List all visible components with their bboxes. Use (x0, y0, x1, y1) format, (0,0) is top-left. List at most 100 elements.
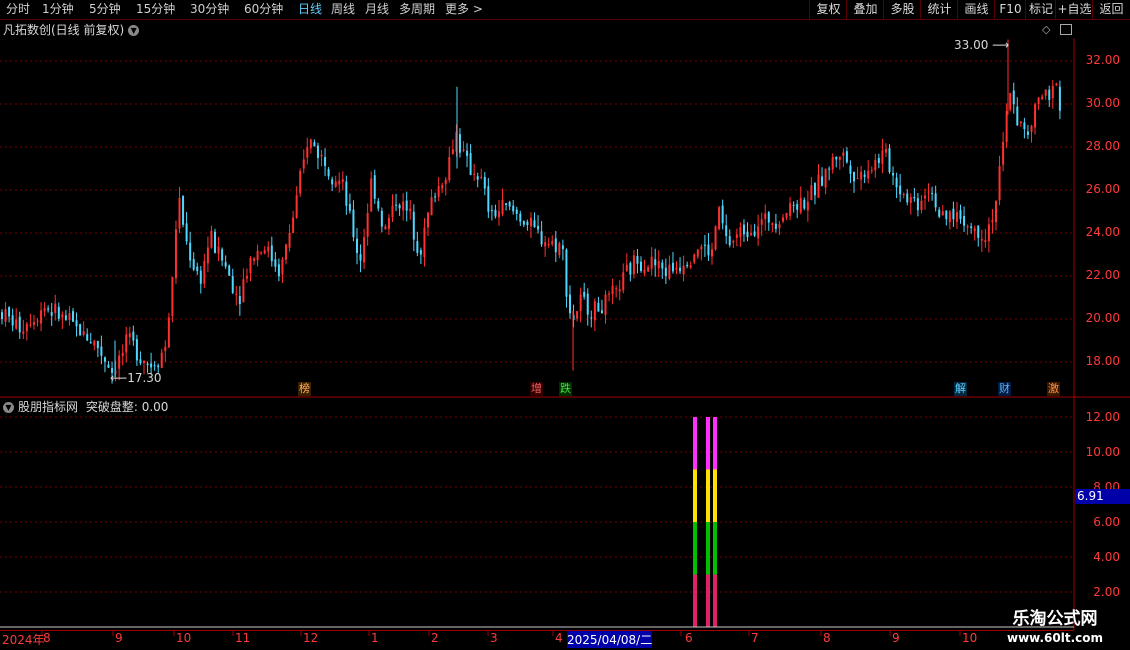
period-tab-60min[interactable]: 60分钟 (244, 1, 283, 18)
date-tick: 1 (371, 631, 379, 645)
draw-line-button[interactable]: 画线 (957, 0, 995, 19)
candle-body (604, 294, 607, 316)
candle-body (693, 254, 696, 263)
f10-button[interactable]: F10 (994, 0, 1026, 19)
candle-body (313, 142, 316, 147)
period-tab-1min[interactable]: 1分钟 (42, 1, 74, 18)
add-favorite-button[interactable]: +自选 (1055, 0, 1093, 19)
price-tick: 32.00 (1085, 53, 1120, 67)
watermark-title: 乐淘公式网 (1012, 609, 1098, 629)
candle-body (487, 186, 490, 212)
candle-body (174, 229, 177, 279)
candle-body (867, 170, 870, 179)
candle-body (387, 217, 390, 229)
statistics-button[interactable]: 统计 (920, 0, 958, 19)
indicator-tick: 12.00 (1085, 410, 1120, 424)
candle-body (998, 166, 1001, 201)
candle-body (132, 331, 135, 341)
candle-body (25, 323, 28, 332)
event-marker-incentive[interactable]: 激 (1047, 382, 1060, 396)
candle-body (750, 232, 753, 236)
candle-body (526, 221, 529, 226)
candle-body (643, 269, 646, 274)
candle-body (618, 289, 621, 292)
candle-body (742, 224, 745, 235)
candle-body (402, 201, 405, 211)
candle-body (661, 262, 664, 269)
candle-body (1002, 142, 1005, 165)
period-tab-multi[interactable]: 多周期 (399, 1, 435, 18)
period-tab-weekly[interactable]: 周线 (331, 1, 355, 18)
candle-body (647, 267, 650, 272)
date-cursor-label: 2025/04/08/二 (567, 631, 653, 648)
candle-body (416, 241, 419, 253)
candle-body (43, 308, 46, 312)
indicator-bar-segment (693, 574, 697, 627)
candle-body (160, 352, 163, 368)
candle-body (196, 266, 199, 272)
candle-body (664, 267, 667, 277)
candle-body (441, 184, 444, 189)
indicator-bar-segment (713, 417, 717, 470)
period-tab-intraday[interactable]: 分时 (6, 1, 30, 18)
candle-body (821, 176, 824, 186)
candle-body (856, 178, 859, 180)
candle-body (902, 193, 905, 196)
candle-body (430, 197, 433, 216)
stock-title: 凡拓数创(日线 前复权) (3, 23, 125, 37)
candle-body (799, 197, 802, 213)
indicator-bar-segment (706, 417, 710, 470)
candle-body (274, 259, 277, 267)
period-tab-15min[interactable]: 15分钟 (136, 1, 175, 18)
candle-body (352, 209, 355, 238)
candle-body (210, 230, 213, 248)
period-tab-monthly[interactable]: 月线 (365, 1, 389, 18)
candle-body (746, 231, 749, 238)
candle-body (281, 259, 284, 275)
candle-body (813, 183, 816, 196)
candle-body (231, 276, 234, 293)
diamond-icon[interactable]: ◇ (1042, 23, 1050, 36)
more-periods-button[interactable]: 更多 > (445, 1, 483, 18)
candlestick-chart (0, 38, 1130, 398)
period-tab-30min[interactable]: 30分钟 (190, 1, 229, 18)
overlay-button[interactable]: 叠加 (846, 0, 884, 19)
event-marker-drop[interactable]: 跌 (559, 382, 572, 396)
candle-body (789, 203, 792, 216)
candle-body (242, 279, 245, 303)
candle-body (89, 342, 92, 344)
candle-body (494, 209, 497, 217)
event-marker-list[interactable]: 榜 (298, 382, 311, 396)
candle-body (384, 226, 387, 230)
event-marker-increase[interactable]: 增 (530, 382, 543, 396)
candle-body (437, 185, 440, 197)
back-button[interactable]: 返回 (1092, 0, 1130, 19)
adjust-rights-button[interactable]: 复权 (809, 0, 847, 19)
candle-body (153, 365, 156, 367)
multi-stock-button[interactable]: 多股 (883, 0, 921, 19)
candle-body (245, 275, 248, 279)
period-tab-5min[interactable]: 5分钟 (89, 1, 121, 18)
candle-body (118, 355, 121, 369)
candle-body (739, 227, 742, 238)
candle-body (671, 262, 674, 272)
candle-body (803, 199, 806, 209)
candle-body (68, 312, 71, 321)
candle-body (732, 240, 735, 243)
candle-body (501, 200, 504, 215)
candle-body (629, 263, 632, 275)
candle-body (373, 175, 376, 199)
window-toggle-icon[interactable] (1060, 24, 1072, 35)
candle-body (600, 310, 603, 314)
candle-body (817, 174, 820, 198)
candle-body (334, 181, 337, 187)
mark-button[interactable]: 标记 (1025, 0, 1056, 19)
candle-body (757, 226, 760, 239)
candle-body (469, 153, 472, 175)
event-marker-finance[interactable]: 财 (998, 382, 1011, 396)
candle-body (522, 220, 525, 225)
period-tab-daily[interactable]: 日线 (298, 1, 322, 18)
chevron-down-icon[interactable]: ▼ (128, 25, 140, 36)
candle-body (341, 179, 344, 182)
event-marker-unlock[interactable]: 解 (954, 382, 967, 396)
